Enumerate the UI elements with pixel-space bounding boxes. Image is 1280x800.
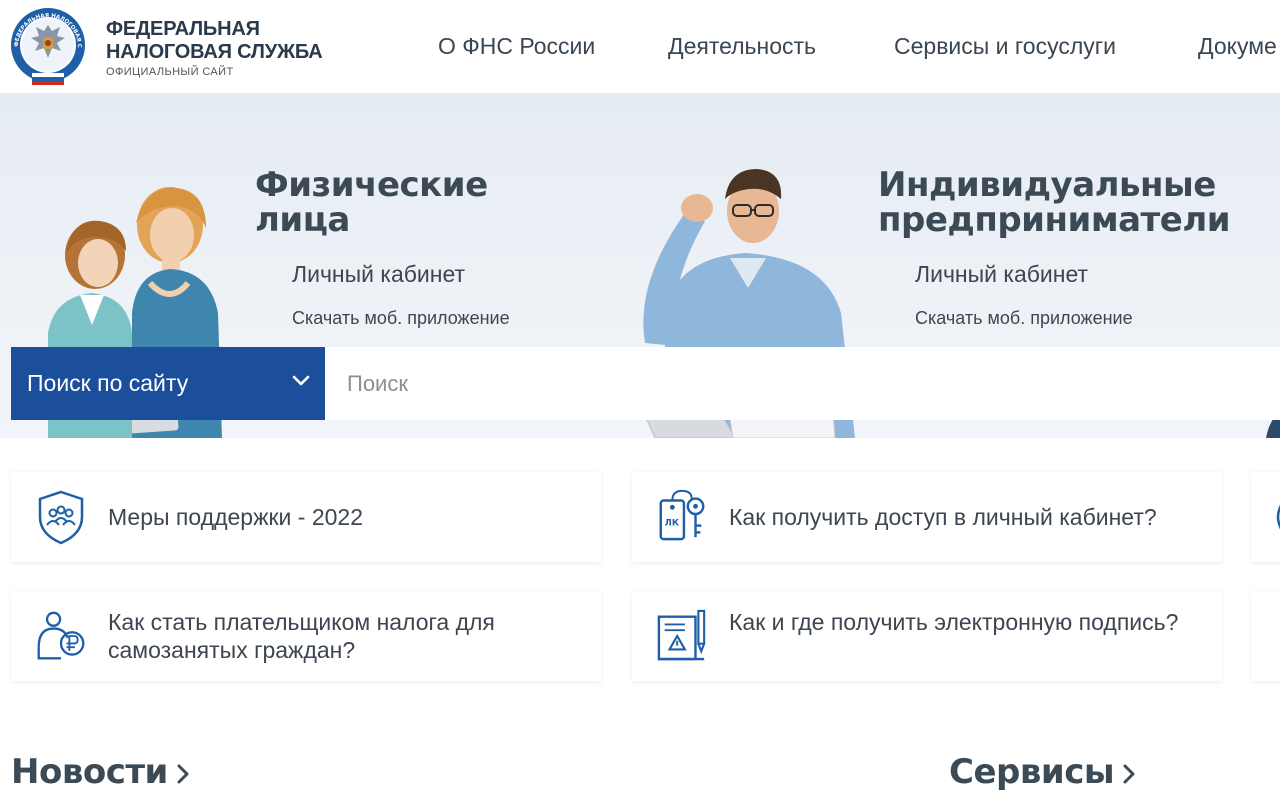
chevron-down-icon	[292, 375, 310, 386]
nav-about[interactable]: О ФНС России	[438, 33, 595, 60]
individuals-cabinet-link[interactable]: Личный кабинет	[292, 261, 465, 288]
individuals-app-link[interactable]: Скачать моб. приложение	[292, 308, 510, 329]
chevron-right-icon	[177, 764, 189, 783]
key-tag-icon: ЛК	[659, 489, 705, 541]
quick-link-support-measures[interactable]: Меры поддержки - 2022	[11, 472, 601, 562]
entrepreneurs-title-line2: предприниматели	[878, 200, 1231, 240]
quick-link-cabinet-access[interactable]: ЛК Как получить доступ в личный кабинет?	[632, 472, 1222, 562]
site-header: ФЕДЕРАЛЬНАЯ НАЛОГОВАЯ СЛУЖБА ФЕДЕРАЛЬНАЯ…	[0, 0, 1280, 93]
nav-documents[interactable]: Докуме	[1198, 33, 1277, 60]
individuals-title[interactable]: Физические лица	[255, 168, 488, 238]
search-scope-label: Поиск по сайту	[27, 370, 189, 396]
quick-link-partial-1[interactable]	[1251, 472, 1280, 562]
quick-link-e-signature[interactable]: Как и где получить электронную подпись?	[632, 591, 1222, 681]
services-section-title: Сервисы	[949, 752, 1115, 792]
document-pen-icon	[657, 609, 706, 661]
individuals-title-line2: лица	[255, 200, 350, 240]
entrepreneurs-cabinet-link[interactable]: Личный кабинет	[915, 261, 1088, 288]
entrepreneurs-app-link[interactable]: Скачать моб. приложение	[915, 308, 1133, 329]
entrepreneurs-title-line1: Индивидуальные	[878, 165, 1216, 205]
person-ruble-icon	[37, 611, 85, 660]
logo-subtitle: ОФИЦИАЛЬНЫЙ САЙТ	[106, 66, 234, 78]
nav-services[interactable]: Сервисы и госуслуги	[894, 33, 1116, 60]
logo-text[interactable]: ФЕДЕРАЛЬНАЯ НАЛОГОВАЯ СЛУЖБА ОФИЦИАЛЬНЫЙ…	[106, 18, 323, 78]
shield-people-icon	[38, 490, 84, 545]
quick-link-text: Как получить доступ в личный кабинет?	[729, 504, 1157, 530]
news-section-title: Новости	[11, 752, 168, 792]
entrepreneurs-title[interactable]: Индивидуальные предприниматели	[878, 165, 1231, 240]
search-input[interactable]	[325, 347, 1280, 420]
chevron-right-icon	[1123, 764, 1135, 783]
quick-link-self-employed[interactable]: Как стать плательщиком налога для самоза…	[11, 591, 601, 681]
news-section-link[interactable]: Новости	[11, 752, 190, 792]
svg-text:ЛК: ЛК	[665, 519, 679, 529]
logo-line-1: ФЕДЕРАЛЬНАЯ	[106, 18, 260, 40]
individuals-title-line1: Физические	[255, 165, 488, 205]
quick-link-partial-2[interactable]	[1251, 591, 1280, 681]
search-scope-select[interactable]: Поиск по сайту	[11, 347, 325, 420]
quick-link-text: Меры поддержки - 2022	[108, 504, 363, 530]
quick-link-text: Как стать плательщиком налога для самоза…	[108, 609, 495, 663]
nav-activity[interactable]: Деятельность	[668, 33, 816, 60]
services-section-link[interactable]: Сервисы	[949, 752, 1136, 792]
fns-emblem-icon[interactable]: ФЕДЕРАЛЬНАЯ НАЛОГОВАЯ СЛУЖБА	[10, 7, 88, 87]
quick-link-text: Как и где получить электронную подпись?	[729, 609, 1179, 635]
partial-circle-icon	[1276, 504, 1280, 530]
logo-line-2: НАЛОГОВАЯ СЛУЖБА	[106, 41, 323, 63]
